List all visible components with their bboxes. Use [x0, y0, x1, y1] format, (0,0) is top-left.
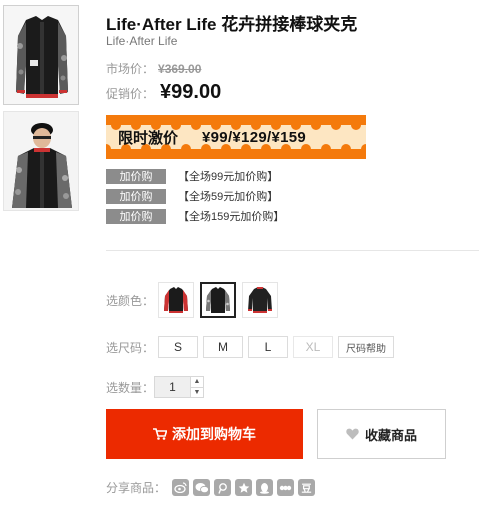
size-label: 选尺码： [106, 340, 155, 355]
addon-tag: 加价购 [106, 168, 166, 184]
size-option-s[interactable]: S [158, 336, 198, 358]
renren-icon[interactable] [277, 479, 294, 496]
chevron-up-icon[interactable]: ▲ [191, 377, 203, 387]
market-price-row: 市场价： ¥369.00 [106, 60, 201, 77]
addon-tag: 加价购 [106, 188, 166, 204]
color-swatch-black-red-cuff[interactable] [158, 282, 194, 318]
douban-icon[interactable]: 豆 [298, 479, 315, 496]
wechat-icon[interactable] [193, 479, 210, 496]
heart-icon [346, 428, 359, 440]
cart-icon [153, 428, 167, 440]
addon-tag: 加价购 [106, 208, 166, 224]
quantity-selector: 选数量： 1 ▲ ▼ [106, 376, 204, 398]
promo-price-row: 促销价： ¥99.00 [106, 81, 221, 104]
add-to-cart-label: 添加到购物车 [172, 426, 256, 442]
size-help-button[interactable]: 尺码帮助 [338, 336, 394, 358]
share-bar: 分享商品： 豆 [106, 479, 319, 496]
color-selector: 选颜色： [106, 282, 284, 318]
promo-price-label: 促销价： [106, 87, 155, 101]
favorite-label: 收藏商品 [364, 427, 417, 443]
size-option-l[interactable]: L [248, 336, 288, 358]
addon-item[interactable]: 加价购 【全场159元加价购】 [106, 208, 284, 224]
addon-list: 加价购 【全场99元加价购】 加价购 【全场59元加价购】 加价购 【全场159… [106, 168, 284, 228]
tencent-weibo-icon[interactable] [214, 479, 231, 496]
thumbnail-model-wearing[interactable] [3, 111, 79, 211]
section-divider [106, 250, 479, 251]
color-swatch-black-floral[interactable] [200, 282, 236, 318]
promo-price-value: ¥99.00 [160, 81, 222, 103]
qq-icon[interactable] [256, 479, 273, 496]
banner-title: 限时激价 [118, 129, 179, 147]
flash-sale-banner[interactable]: 限时激价 ¥99/¥129/¥159 [106, 115, 366, 159]
share-label: 分享商品： [106, 481, 167, 495]
addon-text[interactable]: 【全场159元加价购】 [178, 208, 284, 224]
addon-text[interactable]: 【全场99元加价购】 [178, 168, 278, 184]
color-swatch-black-red-trim[interactable] [242, 282, 278, 318]
addon-item[interactable]: 加价购 【全场99元加价购】 [106, 168, 284, 184]
weibo-icon[interactable] [172, 479, 189, 496]
addon-item[interactable]: 加价购 【全场59元加价购】 [106, 188, 284, 204]
chevron-down-icon[interactable]: ▼ [191, 386, 203, 398]
product-title: Life·After Life 花卉拼接棒球夹克 [106, 15, 358, 34]
size-option-m[interactable]: M [203, 336, 243, 358]
add-to-cart-button[interactable]: 添加到购物车 [106, 409, 303, 459]
qzone-icon[interactable] [235, 479, 252, 496]
favorite-button[interactable]: 收藏商品 [317, 409, 446, 459]
product-brand: Life·After Life [106, 34, 178, 48]
size-option-xl[interactable]: XL [293, 336, 333, 358]
market-price-value: ¥369.00 [158, 62, 202, 76]
quantity-stepper: ▲ ▼ [190, 376, 204, 398]
banner-prices: ¥99/¥129/¥159 [202, 128, 307, 146]
market-price-label: 市场价： [106, 62, 155, 76]
quantity-label: 选数量： [106, 380, 155, 395]
color-label: 选颜色： [106, 293, 155, 308]
size-selector: 选尺码： S M L XL 尺码帮助 [106, 336, 399, 358]
addon-text[interactable]: 【全场59元加价购】 [178, 188, 278, 204]
thumbnail-gallery [3, 5, 79, 217]
thumbnail-jacket-flat[interactable] [3, 5, 79, 105]
quantity-input[interactable]: 1 [154, 376, 190, 398]
